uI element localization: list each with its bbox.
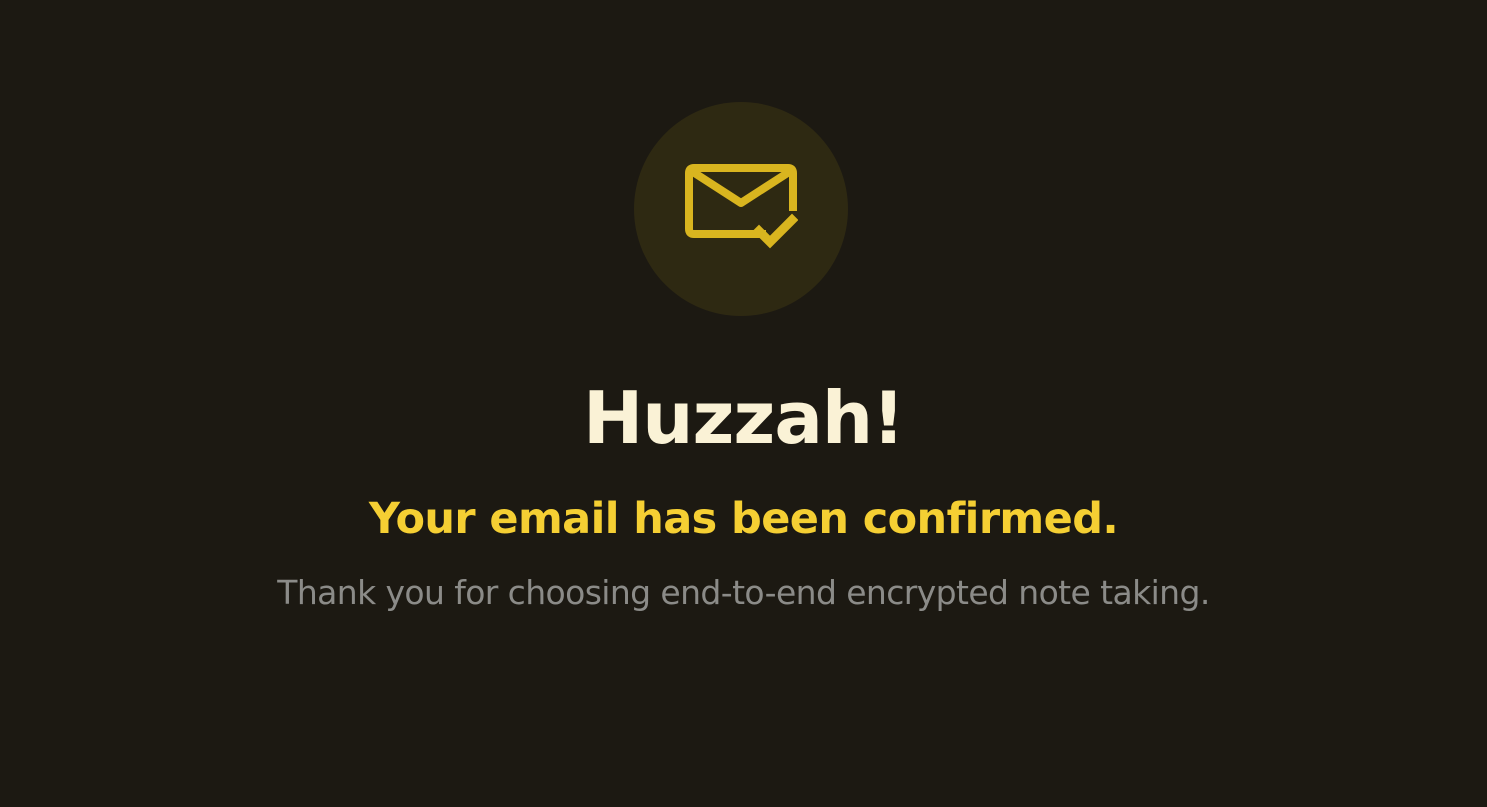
thank-you-text: Thank you for choosing end-to-end encryp…: [277, 573, 1210, 612]
mail-check-icon: [685, 164, 798, 249]
icon-badge: [634, 102, 848, 316]
page-title: Huzzah!: [582, 376, 905, 460]
email-confirmed-page: Huzzah! Your email has been confirmed. T…: [0, 0, 1487, 807]
confirmation-message: Your email has been confirmed.: [368, 494, 1119, 544]
